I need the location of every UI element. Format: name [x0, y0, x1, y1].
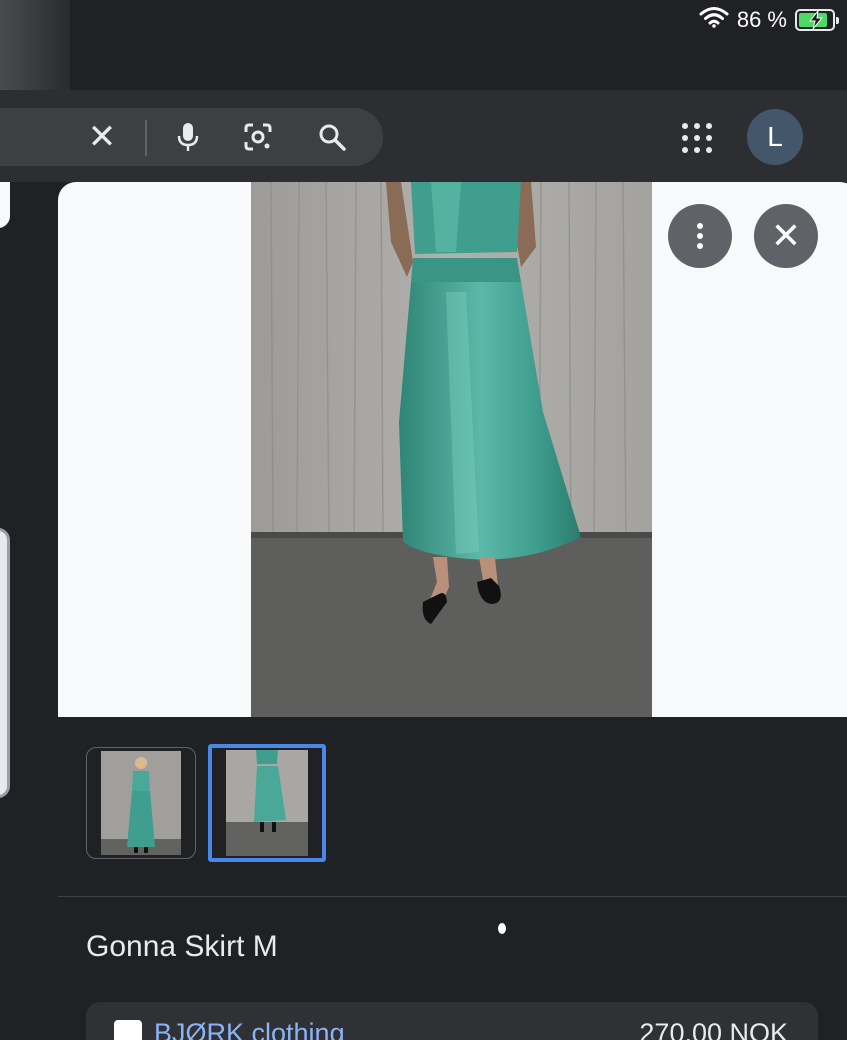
seller-link[interactable]: BJØRK clothing [154, 1018, 345, 1040]
close-panel-button[interactable]: ✕ [754, 204, 818, 268]
page-indicator-dot [498, 923, 506, 934]
product-price: 270,00 NOK [639, 1018, 788, 1040]
thumbnail-full-outfit[interactable] [86, 747, 196, 859]
apps-grid-icon[interactable] [682, 123, 712, 153]
battery-icon [795, 8, 839, 31]
status-indicators: 86 % [699, 6, 839, 33]
charging-bolt-icon [808, 10, 824, 29]
seller-offer-card[interactable]: BJØRK clothing 270,00 NOK [86, 1002, 818, 1040]
close-icon: ✕ [770, 215, 802, 256]
status-bar-shade [0, 0, 70, 90]
more-vert-icon [697, 223, 703, 249]
product-photo[interactable] [251, 182, 652, 717]
seller-logo-icon [114, 1020, 142, 1040]
search-divider [145, 120, 147, 156]
image-preview-panel: ✕ Gonna Skirt M BJØRK clothing 270,00 NO… [58, 182, 847, 1040]
main-image-area[interactable]: ✕ [58, 182, 847, 717]
lens-icon[interactable] [236, 108, 280, 166]
wifi-icon [699, 6, 729, 33]
thumbnail-image [226, 750, 308, 856]
battery-percent: 86 % [736, 6, 787, 32]
section-divider [58, 896, 847, 897]
thumbnail-strip [86, 744, 326, 862]
background-result-card[interactable] [0, 528, 10, 798]
search-bar[interactable]: ✕ [0, 108, 383, 166]
mic-icon[interactable] [166, 108, 210, 166]
status-bar: 86 % [0, 0, 847, 90]
browser-toolbar: ✕ L [0, 90, 847, 182]
search-icon[interactable] [310, 108, 354, 166]
more-options-button[interactable] [668, 204, 732, 268]
product-title: Gonna Skirt M [86, 930, 278, 963]
thumbnail-skirt[interactable] [208, 744, 326, 862]
battery-tip [836, 16, 839, 24]
thumbnail-image [101, 751, 181, 855]
background-result-card[interactable] [0, 182, 10, 228]
clear-search-icon[interactable]: ✕ [80, 108, 124, 166]
account-avatar[interactable]: L [747, 109, 803, 165]
